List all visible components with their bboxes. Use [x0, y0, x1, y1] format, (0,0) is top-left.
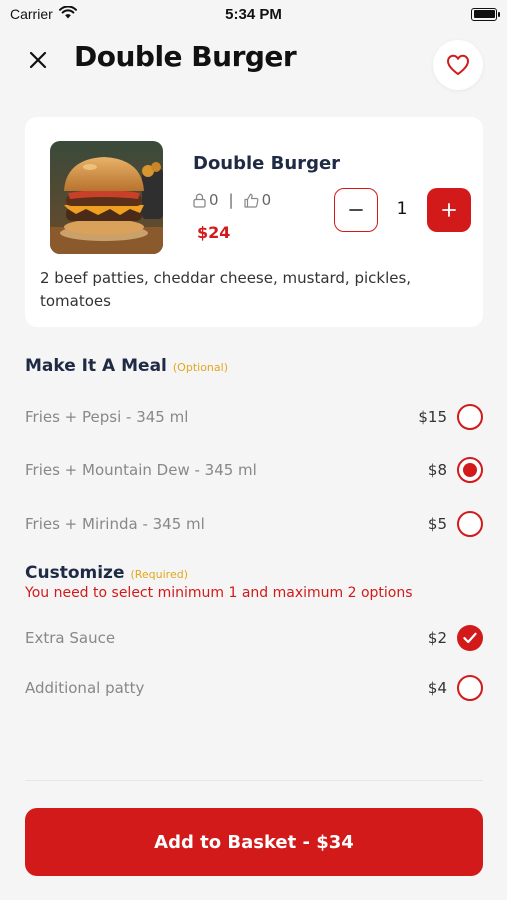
meal-option-pepsi[interactable]: Fries + Pepsi - 345 ml $15	[25, 399, 483, 435]
header: Double Burger	[0, 36, 507, 92]
meal-option-mirinda[interactable]: Fries + Mirinda - 345 ml $5	[25, 506, 483, 542]
quantity-increase-button[interactable]	[427, 188, 471, 232]
option-right: $4	[428, 675, 483, 701]
battery-icon	[471, 7, 500, 21]
option-right: $15	[418, 404, 483, 430]
customize-requirement-note: You need to select minimum 1 and maximum…	[25, 585, 413, 601]
product-description: 2 beef patties, cheddar cheese, mustard,…	[40, 269, 412, 310]
stat-separator: |	[228, 191, 234, 209]
quantity-value: 1	[396, 199, 408, 219]
meal-section-title: Make It A Meal (Optional)	[25, 356, 228, 376]
option-label: Extra Sauce	[25, 629, 116, 647]
like-stat: 0	[244, 191, 272, 209]
lock-count: 0	[209, 191, 219, 209]
option-price: $15	[418, 408, 447, 426]
heart-icon	[447, 54, 469, 75]
footer-divider	[25, 780, 483, 781]
close-button[interactable]	[22, 44, 54, 76]
option-label: Fries + Mirinda - 345 ml	[25, 515, 205, 533]
status-bar: Carrier 5:34 PM	[0, 0, 507, 28]
radio-dot	[463, 463, 477, 477]
like-count: 0	[261, 191, 272, 209]
option-right: $2	[428, 625, 483, 651]
option-price: $4	[427, 679, 447, 697]
lock-stat: 0	[193, 191, 219, 209]
meal-title-text: Make It A Meal	[25, 356, 167, 376]
thumbs-up-icon	[244, 193, 259, 208]
required-tag: (Required)	[130, 568, 189, 581]
checkbox-unchecked[interactable]	[457, 675, 483, 701]
customize-option-additional-patty[interactable]: Additional patty $4	[25, 670, 483, 706]
option-label: Additional patty	[25, 679, 145, 697]
product-name: Double Burger	[193, 153, 341, 174]
close-icon	[29, 51, 47, 69]
radio-button[interactable]	[457, 404, 483, 430]
option-price: $2	[427, 629, 447, 647]
customize-option-extra-sauce[interactable]: Extra Sauce $2	[25, 620, 483, 656]
quantity-decrease-button[interactable]	[334, 188, 378, 232]
status-time: 5:34 PM	[225, 5, 282, 23]
customize-section-title: Customize (Required)	[25, 563, 188, 583]
option-label: Fries + Mountain Dew - 345 ml	[25, 461, 257, 479]
product-image	[50, 141, 163, 254]
minus-icon	[349, 209, 363, 211]
product-stats: 0 | 0	[193, 191, 271, 209]
option-price: $8	[427, 461, 447, 479]
optional-tag: (Optional)	[172, 361, 228, 374]
option-right: $5	[428, 511, 483, 537]
radio-button[interactable]	[457, 511, 483, 537]
add-to-basket-button[interactable]: Add to Basket - $34	[25, 808, 483, 876]
checkbox-checked[interactable]	[457, 625, 483, 651]
checkmark-icon	[463, 632, 477, 644]
product-card: Double Burger 0 | 0 $24 1 2 beef patties…	[25, 117, 483, 327]
page-title: Double Burger	[74, 40, 297, 73]
meal-option-mountain-dew[interactable]: Fries + Mountain Dew - 345 ml $8	[25, 452, 483, 488]
option-label: Fries + Pepsi - 345 ml	[25, 408, 189, 426]
radio-button-selected[interactable]	[457, 457, 483, 483]
product-price: $24	[197, 223, 231, 242]
option-right: $8	[428, 457, 483, 483]
customize-title-text: Customize	[25, 563, 125, 583]
favorite-button[interactable]	[433, 40, 483, 90]
plus-icon	[442, 203, 456, 217]
lock-icon	[193, 193, 206, 208]
option-price: $5	[427, 515, 447, 533]
